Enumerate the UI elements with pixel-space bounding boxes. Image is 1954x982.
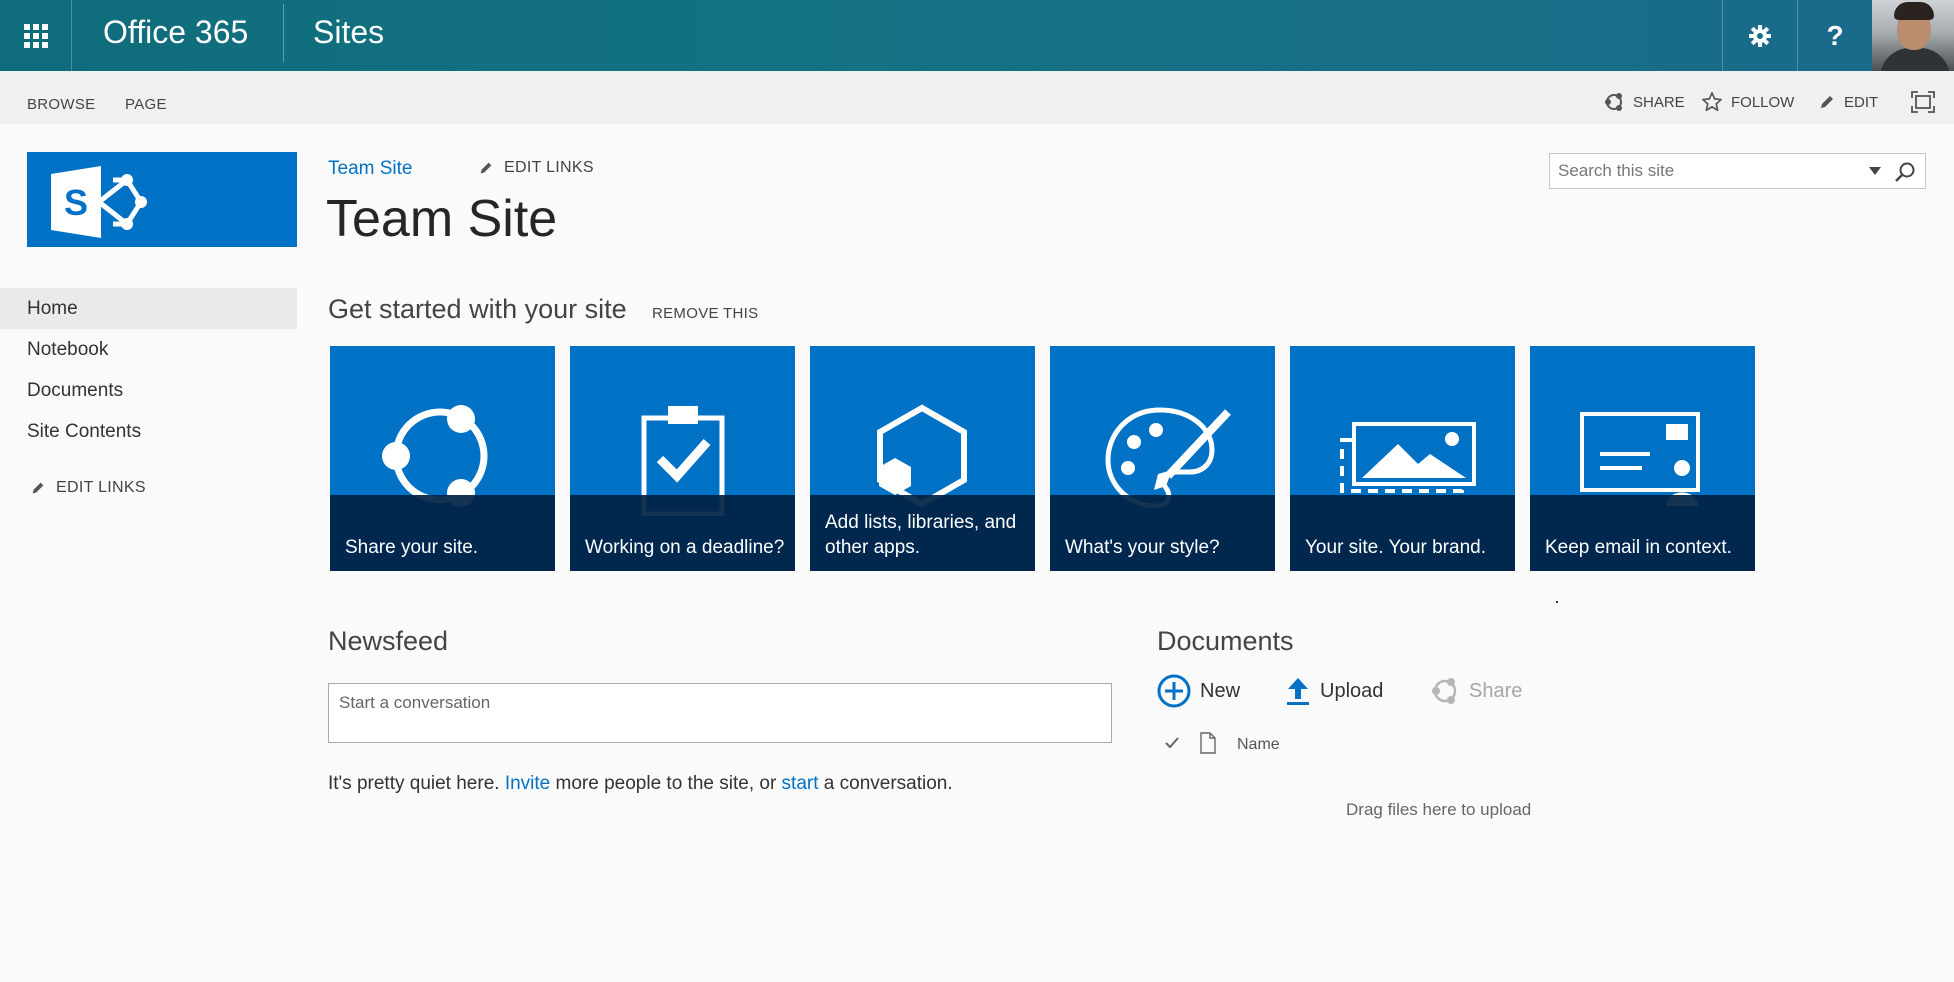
drag-files-hint: Drag files here to upload <box>1346 800 1532 819</box>
search-input[interactable] <box>1558 154 1858 188</box>
sites-app-link[interactable]: Sites <box>313 14 384 51</box>
gear-icon <box>1749 24 1771 47</box>
search-icon[interactable] <box>1894 161 1916 183</box>
tile-label: Working on a deadline? <box>585 537 785 558</box>
documents-column-header: Name <box>1165 731 1280 759</box>
avatar[interactable] <box>1872 0 1954 71</box>
nav-edit-links-label: EDIT LINKS <box>56 479 146 496</box>
tile-label: Your site. Your brand. <box>1305 537 1486 558</box>
follow-button[interactable]: FOLLOW <box>1701 90 1794 114</box>
nav-item-notebook[interactable]: Notebook <box>0 329 297 370</box>
tile-label: Share your site. <box>345 537 479 558</box>
tab-browse[interactable]: BROWSE <box>27 96 95 113</box>
waffle-icon <box>23 23 48 48</box>
pencil-icon <box>1821 96 1833 108</box>
file-type-column[interactable] <box>1199 731 1237 759</box>
new-document-button[interactable]: New <box>1157 674 1240 708</box>
get-started-title: Get started with your site <box>328 294 627 324</box>
edit-label: EDIT <box>1844 93 1879 111</box>
search-box <box>1549 153 1926 189</box>
chevron-down-icon[interactable] <box>1868 166 1882 176</box>
settings-button[interactable] <box>1722 0 1797 71</box>
invite-link[interactable]: Invite <box>505 773 550 794</box>
svg-text:S: S <box>64 182 88 223</box>
tile-deadline[interactable]: Working on a deadline? <box>570 346 795 571</box>
share-icon <box>382 405 488 507</box>
image-brand-icon <box>1340 422 1476 493</box>
top-edit-links-label: EDIT LINKS <box>504 159 594 176</box>
tile-brand[interactable]: Your site. Your brand. <box>1290 346 1515 571</box>
tile-style[interactable]: What's your style? <box>1050 346 1275 571</box>
tile-label: Keep email in context. <box>1545 537 1732 558</box>
document-icon <box>1200 731 1216 754</box>
app-launcher-button[interactable] <box>0 0 72 71</box>
clipboard-check-icon <box>641 406 725 516</box>
fullscreen-icon <box>1911 91 1935 113</box>
focus-on-content-button[interactable] <box>1911 90 1935 114</box>
edit-page-button[interactable]: EDIT <box>1818 90 1878 114</box>
tile-label: What's your style? <box>1065 537 1220 558</box>
nav-item-documents[interactable]: Documents <box>0 370 297 411</box>
newsfeed-title: Newsfeed <box>328 626 449 656</box>
stray-dot <box>1556 601 1558 603</box>
nav-edit-links-button[interactable]: EDIT LINKS <box>30 479 146 497</box>
sharepoint-logo-icon: S <box>51 166 147 238</box>
breadcrumb-team-site[interactable]: Team Site <box>328 158 412 180</box>
suite-bar: Office 365 Sites ? <box>0 0 1954 71</box>
name-column-header[interactable]: Name <box>1237 736 1280 754</box>
tab-page[interactable]: PAGE <box>125 96 167 113</box>
email-context-icon <box>1580 412 1700 506</box>
nav-item-home[interactable]: Home <box>0 288 297 329</box>
select-all-checkbox[interactable] <box>1165 736 1199 754</box>
top-edit-links-button[interactable]: EDIT LINKS <box>478 159 594 177</box>
start-conversation-link[interactable]: start <box>782 773 819 794</box>
remove-this-button[interactable]: REMOVE THIS <box>652 305 758 322</box>
upload-label: Upload <box>1320 679 1384 702</box>
tile-share-site[interactable]: Share your site. <box>330 346 555 571</box>
plus-circle-icon <box>1157 674 1191 708</box>
apps-hexagon-icon <box>877 404 967 508</box>
checkmark-icon <box>1165 737 1179 749</box>
tile-email[interactable]: Keep email in context. <box>1530 346 1755 571</box>
follow-label: FOLLOW <box>1731 93 1795 111</box>
office365-brand-link[interactable]: Office 365 <box>103 14 248 51</box>
share-icon <box>1605 93 1622 111</box>
upload-button[interactable]: Upload <box>1285 674 1383 708</box>
newsfeed-empty-message: It's pretty quiet here. Invite more peop… <box>328 773 953 794</box>
site-logo[interactable]: S <box>27 152 297 247</box>
share-icon <box>1432 678 1457 704</box>
new-label: New <box>1200 679 1241 702</box>
start-conversation-input[interactable] <box>328 683 1112 743</box>
ribbon: BROWSE PAGE SHARE FOLLOW EDIT <box>0 71 1954 124</box>
pencil-icon <box>480 162 492 174</box>
tile-label: Add lists, libraries, and other apps. <box>825 512 1017 558</box>
upload-icon <box>1287 678 1309 705</box>
pencil-icon <box>32 482 44 494</box>
page-title: Team Site <box>326 190 558 248</box>
star-icon <box>1702 92 1722 112</box>
documents-title: Documents <box>1157 626 1294 656</box>
help-button[interactable]: ? <box>1797 0 1872 71</box>
nav-item-site-contents[interactable]: Site Contents <box>0 411 297 452</box>
suite-divider <box>283 4 284 62</box>
tile-add-apps[interactable]: Add lists, libraries, and other apps. <box>810 346 1035 571</box>
share-label: SHARE <box>1633 93 1685 111</box>
share-button[interactable]: SHARE <box>1603 90 1685 114</box>
share-document-button[interactable]: Share <box>1430 674 1522 708</box>
quick-launch: Home Notebook Documents Site Contents <box>0 288 297 452</box>
palette-icon <box>1105 407 1231 509</box>
share-label: Share <box>1469 679 1523 702</box>
